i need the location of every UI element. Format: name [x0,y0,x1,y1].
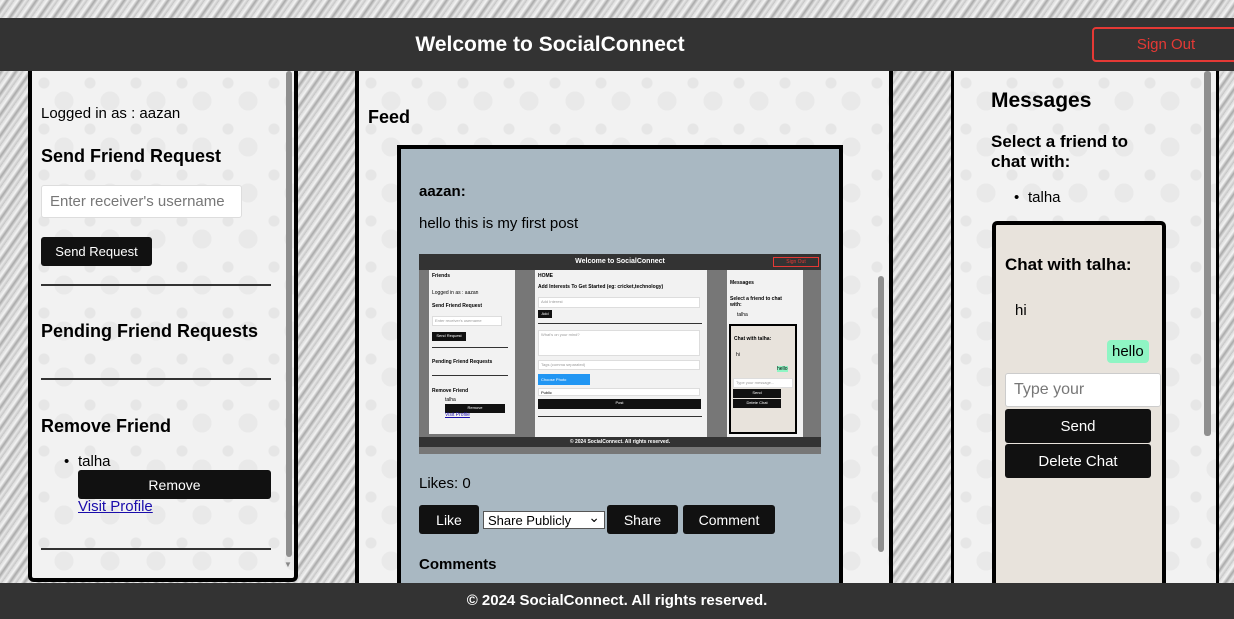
share-button[interactable]: Share [607,505,678,534]
remove-friend-button[interactable]: Remove [78,470,271,499]
logged-in-label: Logged in as : aazan [41,105,181,122]
scrollbar[interactable] [1204,71,1211,436]
header-bar: Welcome to SocialConnect Sign Out [0,18,1234,71]
share-visibility-select[interactable]: Share Publicly [483,509,605,529]
visit-profile-link[interactable]: Visit Profile [78,498,153,515]
post-image: Welcome to SocialConnect Sign Out Friend… [419,254,821,454]
chat-heading: Chat with talha: [1005,255,1132,274]
divider [41,284,271,286]
post-author: aazan: [419,183,466,200]
received-message: hi [1015,302,1027,319]
likes-count: Likes: 0 [419,475,471,492]
like-button[interactable]: Like [419,505,479,534]
send-request-heading: Send Friend Request [41,146,222,166]
scrollbar[interactable] [878,276,884,552]
sign-out-button[interactable]: Sign Out [1092,27,1234,62]
scrollbar[interactable] [286,71,292,557]
divider [41,378,271,380]
page-title: Welcome to SocialConnect [415,33,685,56]
footer: © 2024 SocialConnect. All rights reserve… [0,583,1234,619]
select-friend-heading: Select a friend to chat with: [991,132,1128,171]
divider [41,548,271,550]
friend-list-item: talha [64,453,110,470]
sent-message: hello [1107,340,1149,363]
feed-heading: Feed [368,107,411,127]
send-request-button[interactable]: Send Request [41,237,152,266]
scroll-down-icon[interactable]: ▼ [284,560,292,569]
send-message-button[interactable]: Send [1005,409,1151,443]
post-card: aazan: hello this is my first post Welco… [397,145,843,605]
comment-button[interactable]: Comment [683,505,775,534]
delete-chat-button[interactable]: Delete Chat [1005,444,1151,478]
share-visibility-value: Share Publicly [488,513,572,528]
comments-heading: Comments [419,556,497,573]
feed-panel: Feed aazan: hello this is my first post … [355,71,893,605]
chat-box: Chat with talha: hi hello Type your mess… [992,221,1166,591]
friends-panel: Logged in as : aazan Send Friend Request… [28,71,298,582]
pending-requests-heading: Pending Friend Requests [41,321,259,341]
chat-friend-item[interactable]: talha [1014,189,1060,206]
messages-heading: Messages [991,89,1092,112]
messages-panel: Messages Select a friend to chat with: t… [951,71,1219,591]
receiver-username-input[interactable]: Enter receiver's username [41,185,242,218]
post-text: hello this is my first post [419,215,579,232]
remove-friend-heading: Remove Friend [41,416,172,436]
message-input[interactable]: Type your message... [1005,373,1161,430]
